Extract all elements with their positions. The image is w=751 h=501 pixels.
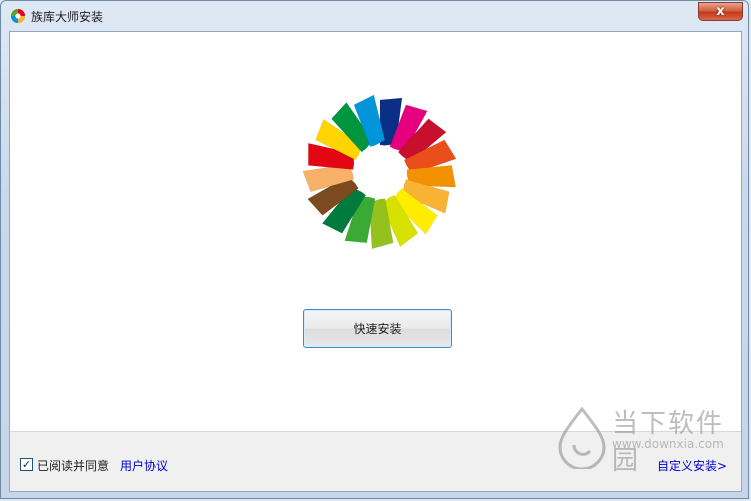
agree-label[interactable]: 已阅读并同意 — [37, 457, 109, 474]
quick-install-label: 快速安装 — [353, 322, 402, 336]
custom-install-link[interactable]: 自定义安装> — [657, 457, 727, 474]
quick-install-button[interactable]: 快速安装 — [303, 309, 452, 348]
app-logo — [302, 94, 457, 250]
checkmark-icon: ✓ — [21, 458, 32, 471]
footer-bar: ✓ 已阅读并同意 用户协议 自定义安装> — [10, 431, 741, 491]
title-bar[interactable]: 族库大师安装 x — [1, 1, 748, 31]
agree-checkbox[interactable]: ✓ — [20, 458, 33, 471]
close-icon: x — [716, 4, 725, 19]
window-title: 族库大师安装 — [31, 10, 104, 24]
close-button[interactable]: x — [698, 2, 743, 21]
installer-window: 族库大师安装 x 快速安装 ✓ 已阅读并同意 用户协议 自定义安装> — [0, 0, 749, 499]
app-icon — [11, 9, 25, 23]
client-area: 快速安装 ✓ 已阅读并同意 用户协议 自定义安装> — [9, 31, 742, 492]
logo-center — [353, 145, 407, 199]
user-agreement-link[interactable]: 用户协议 — [120, 457, 168, 474]
